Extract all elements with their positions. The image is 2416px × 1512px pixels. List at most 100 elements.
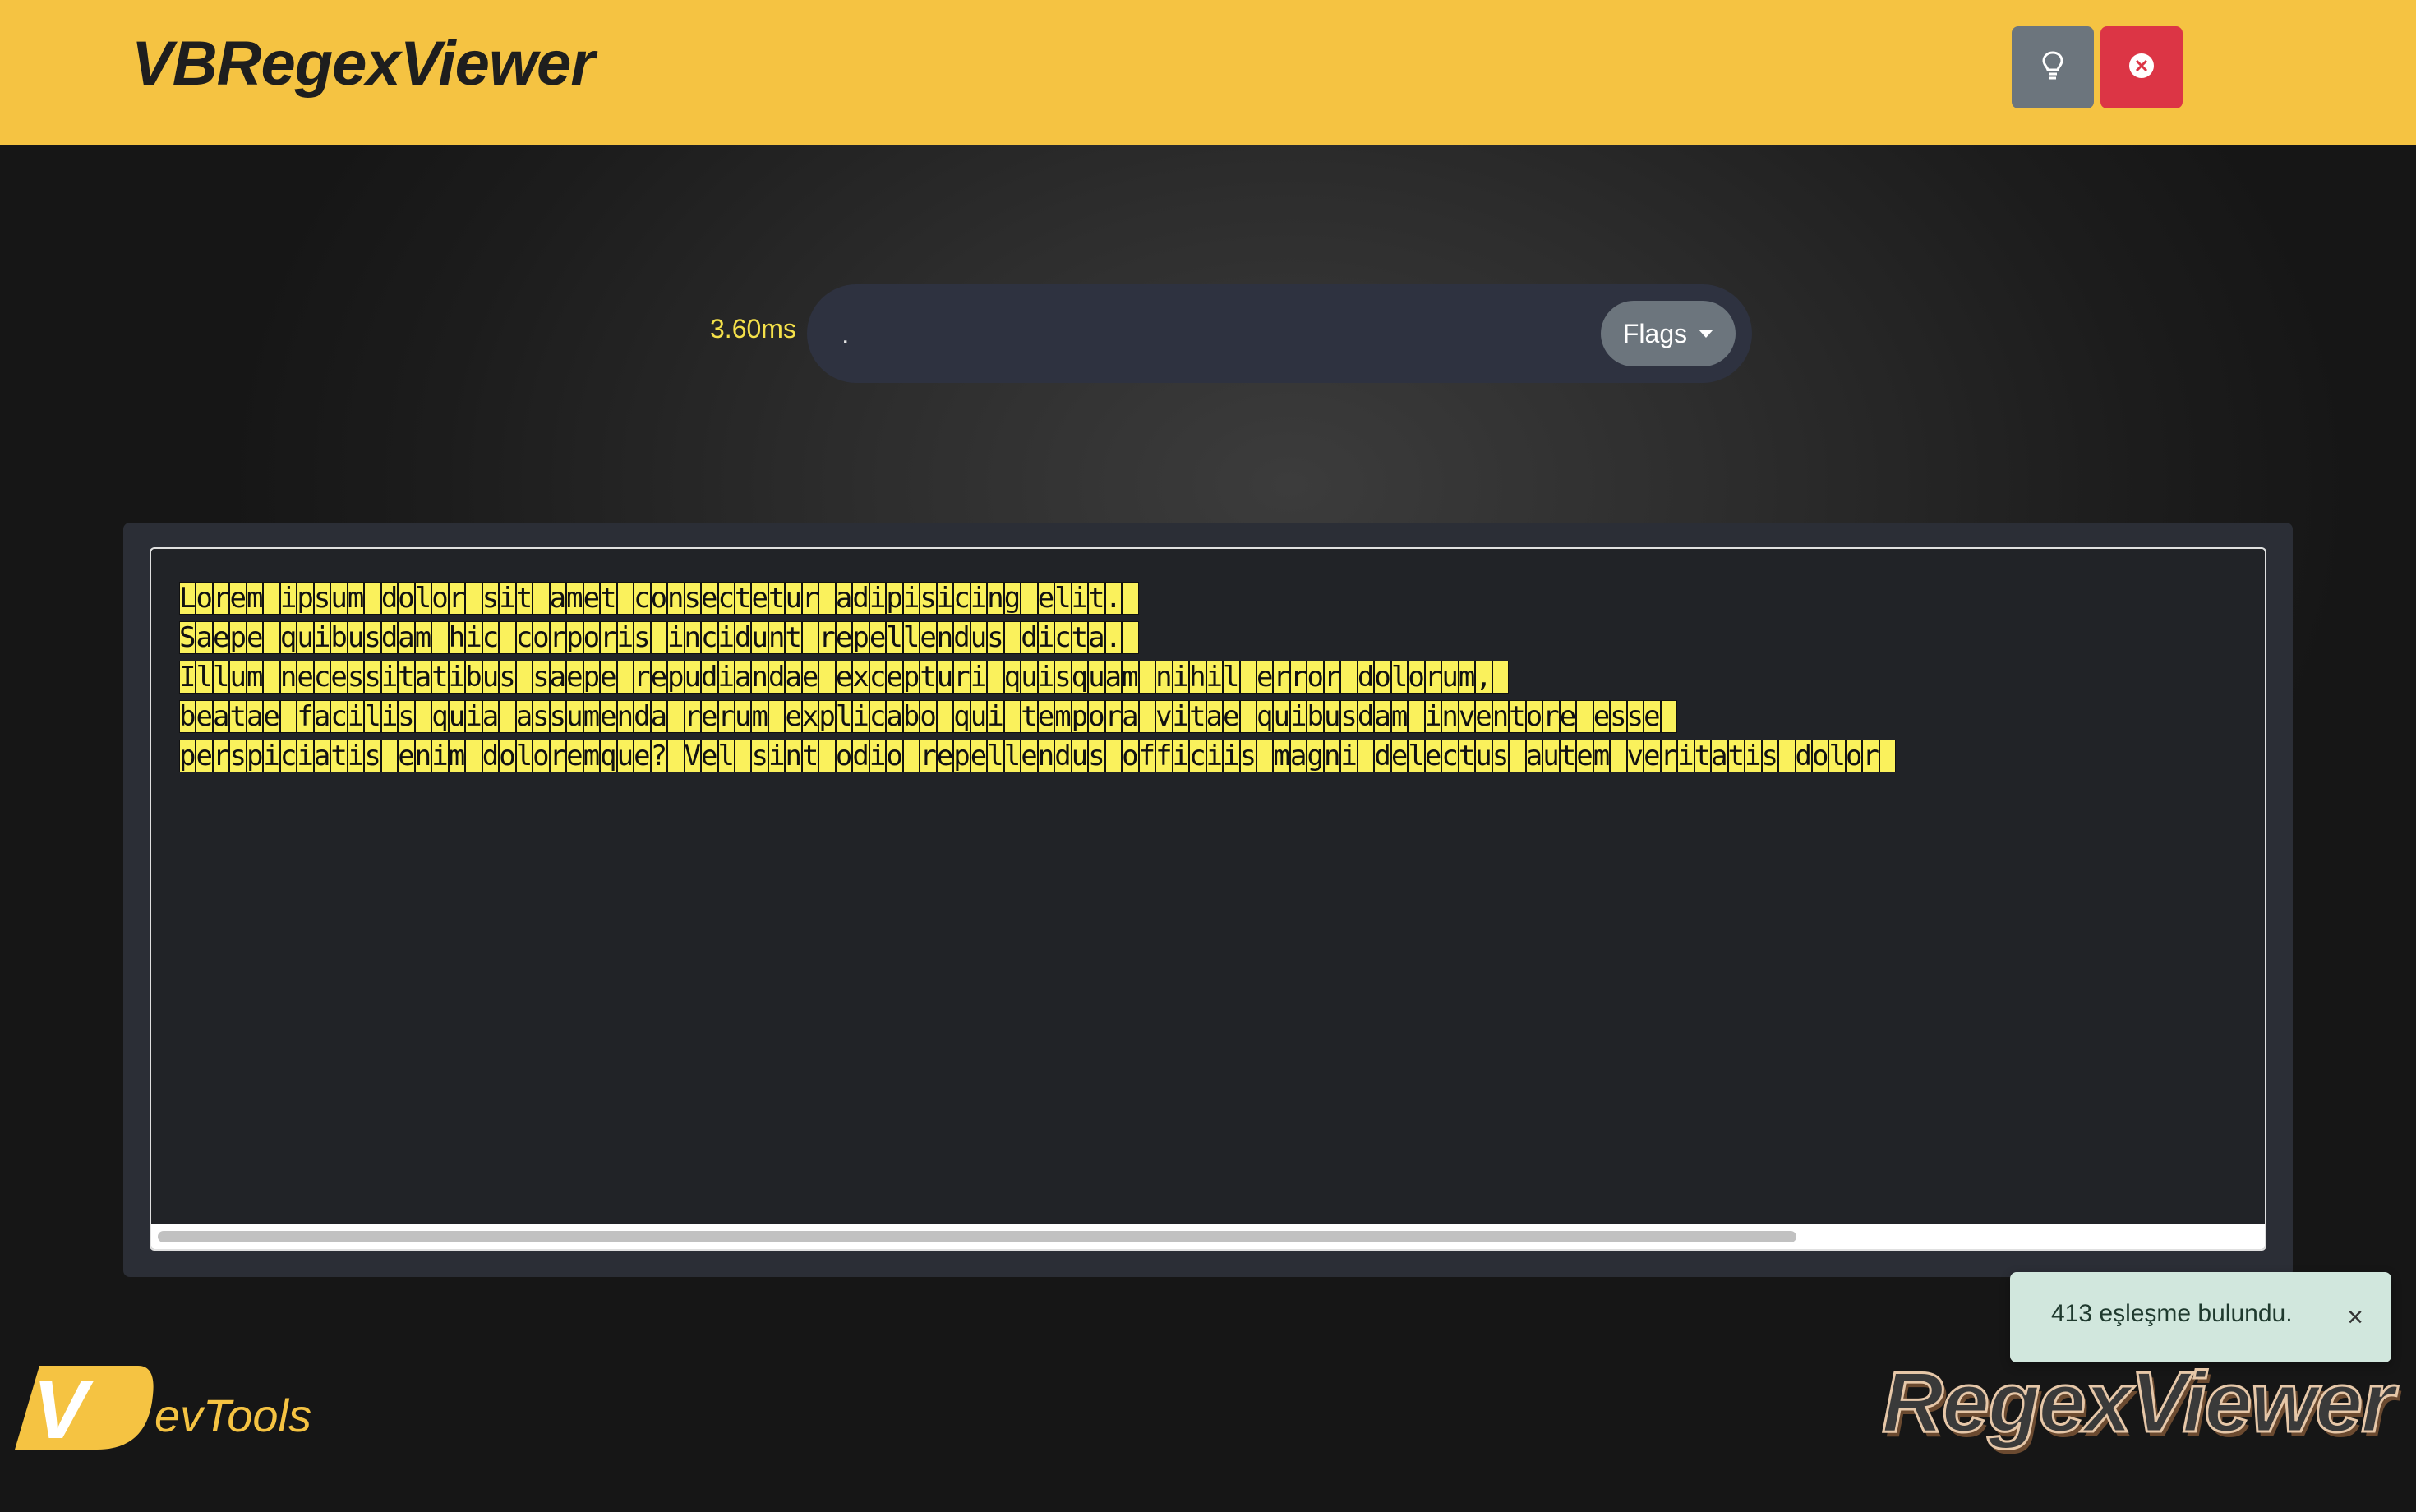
- match-highlight: t: [1509, 700, 1526, 733]
- scrollbar-thumb[interactable]: [158, 1231, 1796, 1242]
- exit-button[interactable]: [2100, 26, 2183, 108]
- match-highlight: t: [1021, 700, 1038, 733]
- app-header: VBRegexViewer: [0, 0, 2416, 145]
- toast-close-button[interactable]: ×: [2347, 1302, 2363, 1334]
- match-highlight: r: [1862, 740, 1879, 772]
- match-highlight: e: [634, 740, 651, 772]
- match-highlight: r: [212, 740, 230, 772]
- match-highlight: u: [347, 621, 365, 654]
- match-highlight: s: [533, 700, 550, 733]
- match-highlight: [499, 621, 516, 654]
- match-highlight: t: [1559, 740, 1577, 772]
- match-highlight: e: [701, 700, 718, 733]
- match-highlight: l: [835, 700, 853, 733]
- match-highlight: t: [431, 661, 449, 694]
- match-highlight: s: [229, 740, 247, 772]
- match-highlight: d: [634, 700, 651, 733]
- match-highlight: u: [785, 582, 802, 615]
- match-highlight: [1104, 740, 1123, 772]
- match-highlight: a: [246, 700, 264, 733]
- match-highlight: e: [701, 740, 718, 772]
- match-highlight: b: [179, 700, 196, 733]
- match-highlight: c: [701, 621, 718, 654]
- match-highlight: s: [499, 661, 516, 694]
- match-highlight: s: [684, 582, 702, 615]
- match-highlight: i: [869, 582, 887, 615]
- match-highlight: d: [1795, 740, 1812, 772]
- match-highlight: i: [313, 621, 331, 654]
- match-highlight: d: [380, 621, 399, 654]
- match-highlight: a: [785, 661, 802, 694]
- match-highlight: p: [818, 700, 836, 733]
- match-highlight: r: [212, 582, 230, 615]
- match-highlight: a: [482, 700, 500, 733]
- match-highlight: [936, 700, 954, 733]
- match-highlight: s: [1492, 740, 1510, 772]
- match-highlight: [414, 700, 432, 733]
- match-highlight: [465, 582, 482, 615]
- match-highlight: e: [583, 582, 601, 615]
- match-highlight: t: [768, 582, 786, 615]
- match-highlight: v: [1626, 740, 1644, 772]
- match-highlight: [279, 700, 297, 733]
- match-highlight: s: [1761, 740, 1779, 772]
- match-highlight: q: [1003, 661, 1021, 694]
- match-highlight: r: [1289, 661, 1307, 694]
- match-highlight: l: [1054, 582, 1072, 615]
- match-highlight: i: [1745, 740, 1762, 772]
- match-highlight: m: [1593, 740, 1611, 772]
- match-highlight: e: [869, 621, 887, 654]
- match-highlight: o: [1845, 740, 1863, 772]
- match-highlight: n: [279, 661, 297, 694]
- match-highlight: l: [987, 740, 1004, 772]
- match-highlight: l: [1828, 740, 1846, 772]
- match-highlight: o: [1374, 661, 1391, 694]
- match-highlight: m: [1458, 661, 1476, 694]
- match-highlight: e: [566, 740, 583, 772]
- match-highlight: s: [533, 661, 550, 694]
- match-highlight: n: [936, 621, 954, 654]
- editor-line: Saepe quibusdam hic corporis incidunt re…: [179, 618, 1896, 657]
- match-highlight: m: [583, 700, 601, 733]
- match-highlight: r: [920, 740, 937, 772]
- editor-line: Lorem ipsum dolor sit amet consectetur a…: [179, 579, 1896, 618]
- match-highlight: i: [465, 621, 482, 654]
- match-highlight: q: [600, 740, 617, 772]
- match-highlight: t: [1458, 740, 1476, 772]
- match-highlight: i: [902, 582, 920, 615]
- match-highlight: o: [533, 740, 550, 772]
- match-highlight: [818, 582, 836, 615]
- devtools-mark-letter: V: [33, 1364, 94, 1453]
- match-highlight: r: [1273, 661, 1290, 694]
- match-highlight: f: [1155, 740, 1173, 772]
- match-highlight: t: [330, 740, 348, 772]
- hint-button[interactable]: [2012, 26, 2094, 108]
- match-highlight: e: [801, 661, 819, 694]
- match-highlight: q: [279, 621, 297, 654]
- match-highlight: c: [1054, 621, 1072, 654]
- match-highlight: [818, 661, 836, 694]
- horizontal-scrollbar[interactable]: [151, 1224, 2265, 1249]
- match-highlight: r: [717, 700, 735, 733]
- editor-content[interactable]: Lorem ipsum dolor sit amet consectetur a…: [179, 579, 1897, 776]
- match-highlight: t: [229, 700, 247, 733]
- match-highlight: a: [886, 700, 903, 733]
- match-highlight: i: [465, 700, 482, 733]
- editor-panel: Lorem ipsum dolor sit amet consectetur a…: [123, 523, 2293, 1277]
- match-highlight: e: [1037, 582, 1055, 615]
- match-highlight: [1256, 740, 1274, 772]
- flags-dropdown-button[interactable]: Flags: [1601, 301, 1736, 366]
- match-highlight: [1408, 700, 1425, 733]
- match-highlight: s: [634, 621, 651, 654]
- match-highlight: i: [347, 700, 365, 733]
- match-highlight: u: [1088, 661, 1105, 694]
- match-highlight: m: [448, 740, 466, 772]
- match-highlight: s: [364, 621, 381, 654]
- match-highlight: q: [953, 700, 971, 733]
- match-highlight: i: [279, 582, 297, 615]
- match-highlight: e: [1576, 740, 1593, 772]
- regex-input[interactable]: [840, 304, 1566, 365]
- match-highlight: [380, 740, 399, 772]
- match-highlight: r: [549, 621, 567, 654]
- test-text-editor[interactable]: Lorem ipsum dolor sit amet consectetur a…: [150, 547, 2266, 1251]
